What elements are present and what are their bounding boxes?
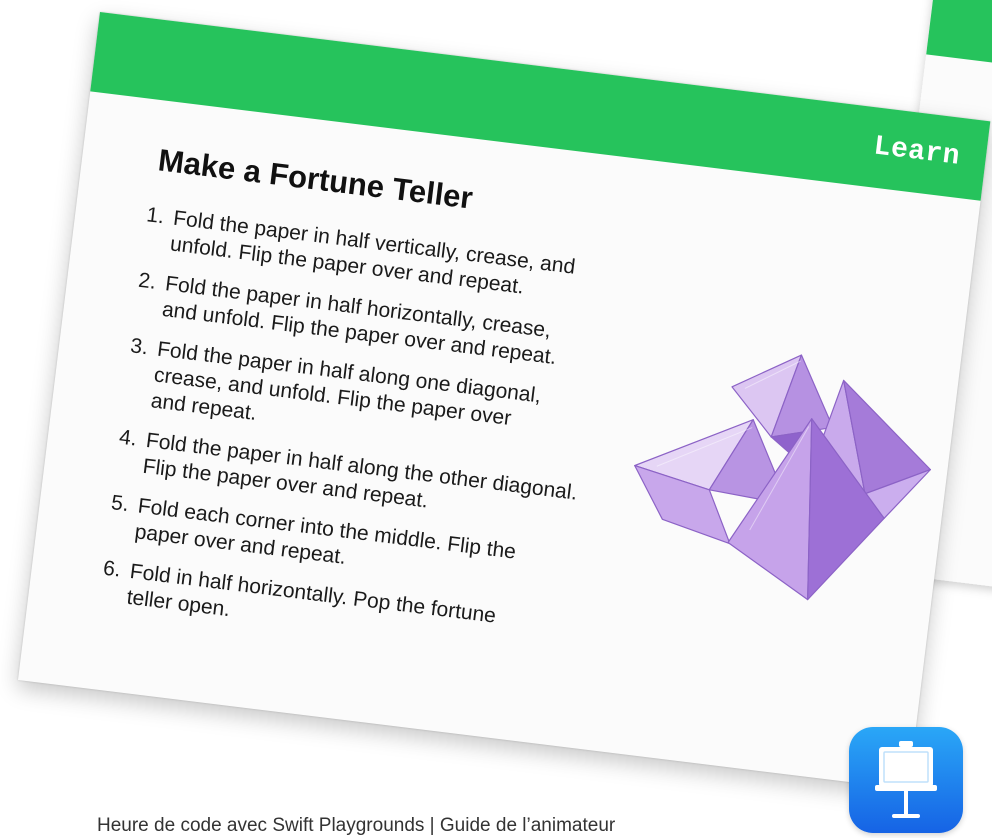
step-number: 2. xyxy=(137,268,158,294)
footer-caption: Heure de code avec Swift Playgrounds | G… xyxy=(97,815,616,836)
header-label: Learn xyxy=(871,131,962,173)
keynote-board xyxy=(879,747,933,787)
step-number: 1. xyxy=(145,203,166,229)
keynote-icon xyxy=(849,727,963,833)
keynote-base xyxy=(892,814,920,818)
keynote-podium-top xyxy=(875,785,937,791)
steps-list: 1. Fold the paper in half vertically, cr… xyxy=(97,202,606,677)
step-number: 4. xyxy=(117,425,139,451)
step-number: 6. xyxy=(101,556,123,582)
step-number: 3. xyxy=(129,334,150,360)
keynote-board-cap xyxy=(899,741,913,747)
slide: Learn Make a Fortune Teller 1. Fold the … xyxy=(17,12,991,790)
slide-title: Make a Fortune Teller xyxy=(156,142,475,216)
fortune-teller-illustration xyxy=(634,354,932,601)
keynote-pole xyxy=(904,791,908,815)
step-number: 5. xyxy=(109,491,131,517)
